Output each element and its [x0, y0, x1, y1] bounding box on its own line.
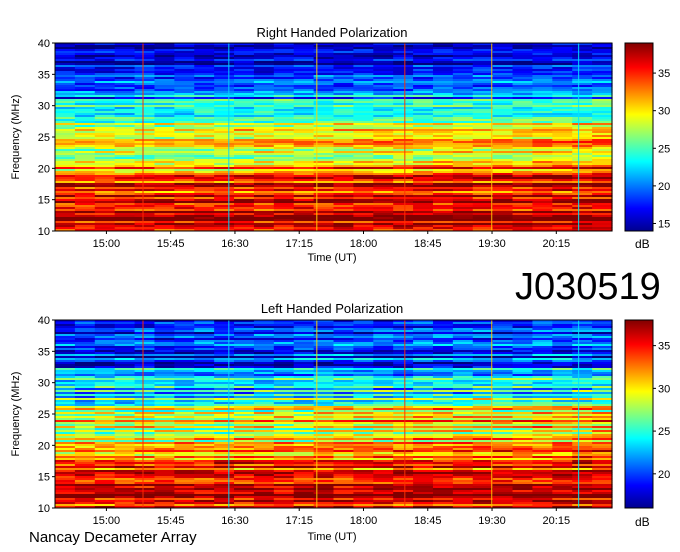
x-tick-label: 18:00 [350, 238, 378, 250]
x-tick-label: 18:45 [414, 238, 442, 250]
y-tick-label: 30 [38, 101, 50, 113]
y-tick-label: 40 [38, 38, 50, 50]
colorbar-tick-label: 15 [658, 218, 670, 230]
x-axis-label: Time (UT) [307, 252, 356, 264]
heatmap-area [55, 320, 613, 509]
colorbar-tick-label: 25 [658, 143, 670, 155]
y-tick-label: 15 [38, 195, 50, 207]
heatmap-area [55, 43, 613, 232]
y-axis: 10 15 20 25 30 35 40 [38, 38, 55, 238]
x-tick-label: 19:30 [478, 238, 506, 250]
y-tick-label: 20 [38, 163, 50, 175]
x-tick-label: 15:00 [93, 238, 121, 250]
chart-title: Left Handed Polarization [261, 301, 403, 316]
left-polarization-panel: Left Handed Polarization 10152025303540 … [10, 301, 670, 543]
y-tick-label: 10 [38, 226, 50, 238]
colorbar-label: dB [635, 237, 650, 251]
colorbar [624, 42, 654, 232]
colorbar-tick-label: 35 [658, 68, 670, 80]
colorbar-tick-label: 20 [658, 181, 670, 193]
y-axis-label: Frequency (MHz) [10, 95, 22, 180]
colorbar-ticks: 15 20 25 30 35 [653, 68, 670, 230]
right-polarization-panel: Right Handed Polarization 10 15 20 25 30 35 40… [10, 25, 670, 264]
x-axis: 15:00 15:45 16:30 17:15 18:00 18:45 19:30 20:15 [93, 231, 570, 250]
x-tick-label: 15:45 [157, 238, 185, 250]
x-tick-label: 17:15 [285, 238, 313, 250]
colorbar-tick-label: 30 [658, 106, 670, 118]
y-tick-label: 35 [38, 69, 50, 81]
y-tick-label: 25 [38, 132, 50, 144]
chart-title: Right Handed Polarization [256, 25, 407, 40]
x-tick-label: 16:30 [221, 238, 249, 250]
x-tick-label: 20:15 [543, 238, 571, 250]
